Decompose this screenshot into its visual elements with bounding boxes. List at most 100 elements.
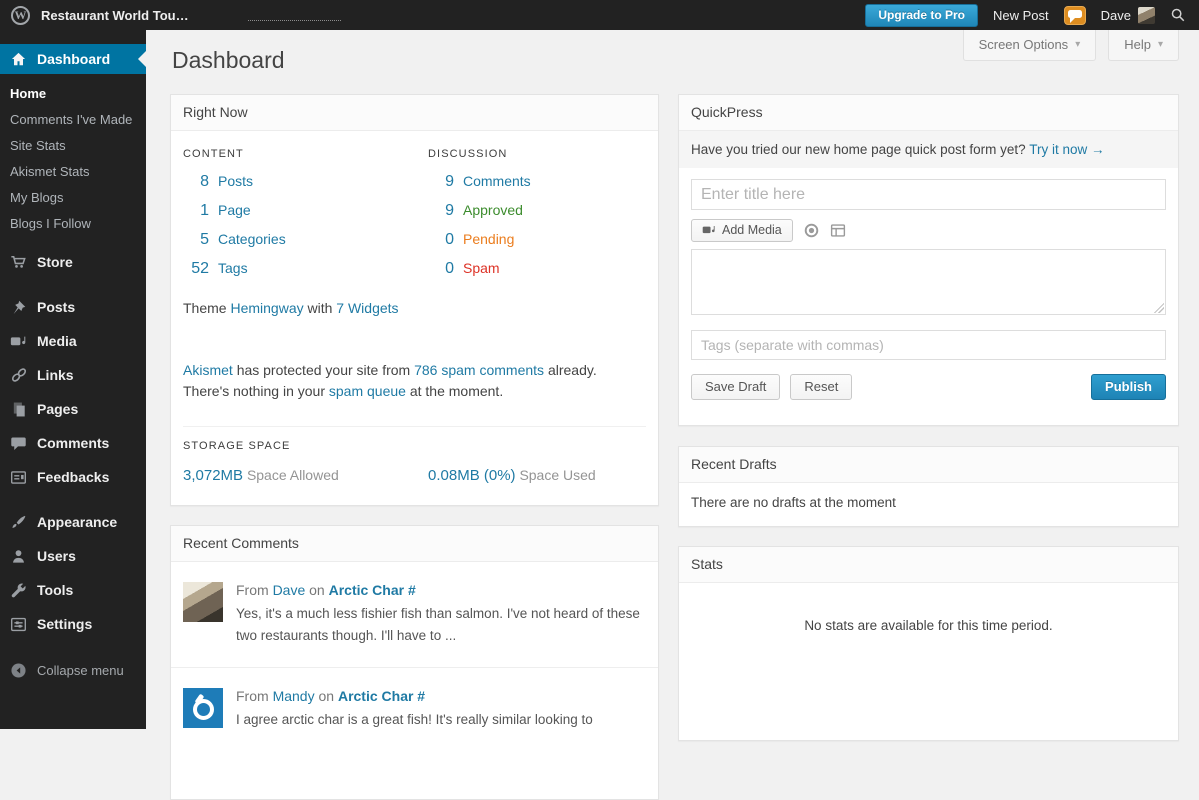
akismet-link[interactable]: Akismet xyxy=(183,362,233,378)
speech-bubble-icon xyxy=(9,434,28,453)
akismet-text: already. xyxy=(547,362,597,378)
sidebar-item-users[interactable]: Users xyxy=(0,539,146,573)
upgrade-to-pro-button[interactable]: Upgrade to Pro xyxy=(865,3,978,27)
sidebar-item-links[interactable]: Links xyxy=(0,358,146,392)
quickpress-header[interactable]: QuickPress xyxy=(679,95,1178,131)
proofread-icon[interactable] xyxy=(804,223,819,238)
save-draft-button[interactable]: Save Draft xyxy=(691,374,781,400)
pages-count-link[interactable]: 1 xyxy=(183,202,209,220)
collapse-menu-button[interactable]: Collapse menu xyxy=(0,653,146,687)
sidebar-subitem-comments-ive-made[interactable]: Comments I've Made xyxy=(0,107,146,133)
right-now-body: CONTENT 8 Posts 1 Page 5 Categories 52 T… xyxy=(171,131,658,496)
sidebar-item-media[interactable]: Media xyxy=(0,324,146,358)
avatar xyxy=(183,582,223,622)
screen-options-button[interactable]: Screen Options ▾ xyxy=(962,30,1097,61)
approved-link[interactable]: Approved xyxy=(463,202,523,218)
account-menu[interactable]: Dave xyxy=(1101,6,1155,24)
sidebar-subitem-site-stats[interactable]: Site Stats xyxy=(0,133,146,159)
storage-used: 0.08MB (0%) Space Used xyxy=(428,467,646,484)
sidebar-item-comments[interactable]: Comments xyxy=(0,426,146,460)
try-it-now-link[interactable]: Try it now → xyxy=(1029,142,1104,157)
storage-used-link[interactable]: 0.08MB (0%) xyxy=(428,467,516,484)
add-media-button[interactable]: Add Media xyxy=(691,219,793,242)
sidebar-item-label: Users xyxy=(37,548,76,564)
pages-link[interactable]: Page xyxy=(218,202,251,218)
categories-link[interactable]: Categories xyxy=(218,231,286,247)
storage-header: STORAGE SPACE xyxy=(183,440,291,452)
publish-button[interactable]: Publish xyxy=(1091,374,1166,400)
right-now-panel: Right Now CONTENT 8 Posts 1 Page 5 Categ… xyxy=(170,94,659,506)
sidebar-menu-group-content: Posts Media Links Pages Comments Feedbac… xyxy=(0,290,146,494)
comment-meta: From Dave on Arctic Char # xyxy=(236,582,641,598)
post-title-input[interactable] xyxy=(691,179,1166,210)
sidebar-item-store[interactable]: Store xyxy=(0,245,146,279)
content-row-pages: 1 Page xyxy=(183,202,428,220)
comment-text: I agree arctic char is a great fish! It'… xyxy=(236,712,593,727)
spam-link[interactable]: Spam xyxy=(463,260,500,276)
tags-input[interactable] xyxy=(691,330,1166,360)
spam-queue-link[interactable]: spam queue xyxy=(329,383,406,399)
sidebar-item-pages[interactable]: Pages xyxy=(0,392,146,426)
site-title[interactable]: Restaurant World Tou… xyxy=(41,8,189,23)
tags-link[interactable]: Tags xyxy=(218,260,248,276)
post-content-textarea[interactable] xyxy=(691,249,1166,315)
feedback-form-icon xyxy=(9,468,28,487)
sidebar-subitem-akismet-stats[interactable]: Akismet Stats xyxy=(0,159,146,185)
notifications-icon[interactable] xyxy=(1063,5,1086,25)
comment-author-link[interactable]: Mandy xyxy=(273,688,315,704)
sidebar-item-tools[interactable]: Tools xyxy=(0,573,146,607)
reset-button[interactable]: Reset xyxy=(790,374,853,400)
sidebar-subitem-blogs-i-follow[interactable]: Blogs I Follow xyxy=(0,211,146,237)
recent-comments-header[interactable]: Recent Comments xyxy=(171,526,658,562)
comment-body: From Mandy on Arctic Char # I agree arct… xyxy=(236,688,593,731)
approved-count-link[interactable]: 9 xyxy=(428,202,454,220)
content-column: CONTENT 8 Posts 1 Page 5 Categories 52 T… xyxy=(183,131,428,278)
recent-drafts-header[interactable]: Recent Drafts xyxy=(679,447,1178,483)
comment-post-link[interactable]: Arctic Char # xyxy=(329,582,416,598)
akismet-text: at the moment. xyxy=(409,383,504,399)
pending-link[interactable]: Pending xyxy=(463,231,514,247)
sidebar-item-settings[interactable]: Settings xyxy=(0,607,146,641)
comments-count-link[interactable]: 9 xyxy=(428,173,454,191)
sidebar-item-label: Comments xyxy=(37,435,110,451)
wordpress-logo-icon[interactable]: W xyxy=(11,5,30,25)
stats-header[interactable]: Stats xyxy=(679,547,1178,583)
posts-link[interactable]: Posts xyxy=(218,173,253,189)
search-icon[interactable] xyxy=(1170,7,1186,23)
right-now-header[interactable]: Right Now xyxy=(171,95,658,131)
comments-link[interactable]: Comments xyxy=(463,173,531,189)
resize-handle[interactable] xyxy=(1154,303,1164,313)
spam-count-link[interactable]: 0 xyxy=(428,260,454,278)
discussion-row-pending: 0 Pending xyxy=(428,231,646,249)
sidebar-item-appearance[interactable]: Appearance xyxy=(0,505,146,539)
kitchen-sink-icon[interactable] xyxy=(830,223,846,238)
storage-allowed-link[interactable]: 3,072MB xyxy=(183,467,243,484)
widgets-link[interactable]: 7 Widgets xyxy=(336,300,398,316)
recent-comments-body: From Dave on Arctic Char # Yes, it's a m… xyxy=(171,562,658,751)
akismet-text: has protected your site from xyxy=(236,362,411,378)
storage-allowed-label: Space Allowed xyxy=(246,467,339,483)
new-post-link[interactable]: New Post xyxy=(993,8,1049,23)
sidebar-subitem-home[interactable]: Home xyxy=(0,81,146,107)
categories-count-link[interactable]: 5 xyxy=(183,231,209,249)
quickpress-panel: QuickPress Have you tried our new home p… xyxy=(678,94,1179,426)
sidebar-subitem-my-blogs[interactable]: My Blogs xyxy=(0,185,146,211)
posts-count-link[interactable]: 8 xyxy=(183,173,209,191)
sidebar-item-label: Posts xyxy=(37,299,76,315)
sidebar-item-dashboard[interactable]: Dashboard xyxy=(0,44,146,74)
media-icon xyxy=(9,332,28,351)
sidebar-item-feedbacks[interactable]: Feedbacks xyxy=(0,460,146,494)
sidebar-item-label: Media xyxy=(37,333,77,349)
comment-author-link[interactable]: Dave xyxy=(273,582,306,598)
spam-comments-link[interactable]: 786 spam comments xyxy=(414,362,544,378)
discussion-row-spam: 0 Spam xyxy=(428,260,646,278)
comment-post-link[interactable]: Arctic Char # xyxy=(338,688,425,704)
add-media-label: Add Media xyxy=(722,223,782,237)
help-button[interactable]: Help ▾ xyxy=(1108,30,1179,61)
pending-count-link[interactable]: 0 xyxy=(428,231,454,249)
sidebar-item-posts[interactable]: Posts xyxy=(0,290,146,324)
theme-link[interactable]: Hemingway xyxy=(230,300,303,316)
quickpress-actions: Save Draft Reset Publish xyxy=(691,374,1166,400)
tags-count-link[interactable]: 52 xyxy=(183,260,209,278)
discussion-row-comments: 9 Comments xyxy=(428,173,646,191)
